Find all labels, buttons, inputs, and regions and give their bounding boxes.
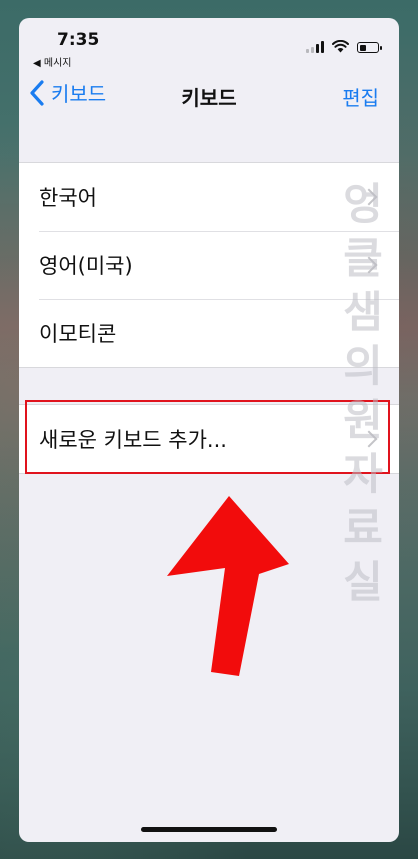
back-to-app-link[interactable]: ◀ 메시지	[33, 54, 71, 69]
keyboard-list: 한국어 영어(미국) 이모티콘	[19, 162, 399, 368]
keyboard-item-english[interactable]: 영어(미국)	[19, 231, 399, 299]
chevron-right-icon	[360, 430, 378, 448]
edit-button[interactable]: 편집	[342, 82, 379, 111]
chevron-right-icon	[360, 256, 378, 274]
keyboard-item-korean[interactable]: 한국어	[19, 163, 399, 231]
red-arrow	[167, 496, 289, 676]
add-keyboard-group: 새로운 키보드 추가...	[19, 404, 399, 474]
add-keyboard-label: 새로운 키보드 추가...	[39, 428, 227, 452]
wifi-icon	[332, 40, 349, 53]
status-bar: 7:35 ◀ 메시지	[19, 18, 399, 69]
phone-screen: 7:35 ◀ 메시지 키보드 키보드 편집 한국어 영어(미국) 이모티콘 새로…	[19, 18, 399, 842]
add-new-keyboard-button[interactable]: 새로운 키보드 추가...	[19, 405, 399, 473]
navigation-bar: 키보드 키보드 편집	[19, 76, 399, 116]
status-icons	[306, 40, 382, 53]
battery-icon	[357, 42, 382, 53]
status-time: 7:35	[57, 30, 100, 50]
keyboard-item-label: 이모티콘	[39, 322, 117, 346]
keyboard-item-emoji[interactable]: 이모티콘	[19, 299, 399, 367]
keyboard-item-label: 한국어	[39, 186, 97, 210]
home-indicator[interactable]	[141, 827, 277, 832]
chevron-right-icon	[360, 188, 378, 206]
keyboard-item-label: 영어(미국)	[39, 254, 133, 278]
cell-signal-icon	[306, 41, 324, 53]
